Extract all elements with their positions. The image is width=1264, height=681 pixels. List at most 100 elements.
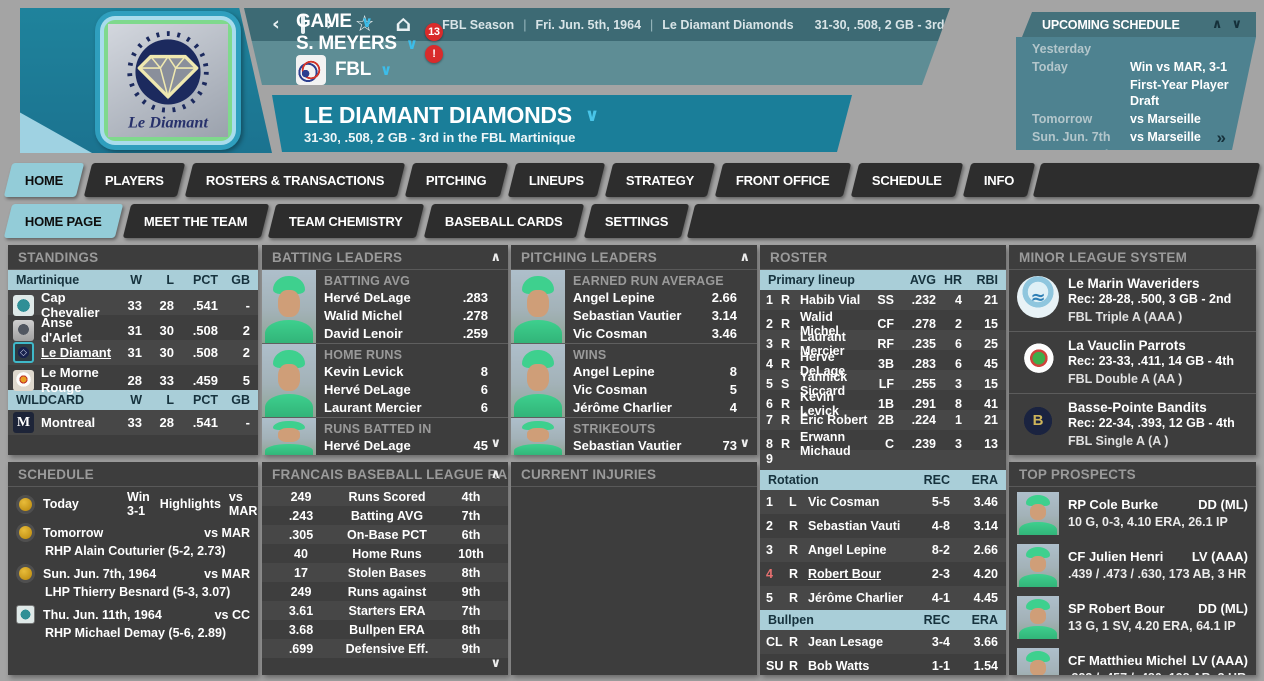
primary-tab[interactable]: FRONT OFFICE	[715, 163, 851, 197]
player-name-link[interactable]: CF Julien Henri	[1068, 549, 1163, 566]
scroll-up-icon[interactable]: ∧	[1212, 17, 1223, 32]
player-name-link[interactable]: Laurant Mercier	[324, 400, 422, 415]
player-name-link[interactable]: Vic Cosman	[573, 382, 647, 397]
schedule-row[interactable]: Tomorrow vs MAR RHP Alain Couturier (5-2…	[8, 520, 258, 561]
bullpen-row[interactable]: SU R Bob Watts 1-1 1.54	[760, 654, 1006, 675]
player-name-link[interactable]: Jérôme Charlier	[808, 591, 906, 605]
leader-row[interactable]: Hervé DeLage 45	[316, 437, 488, 455]
probable-pitcher[interactable]: LHP Thierry Besnard (5-3, 3.07)	[45, 585, 250, 599]
primary-tab[interactable]: PLAYERS	[84, 163, 185, 197]
player-name-link[interactable]: Hervé DeLage	[324, 290, 411, 305]
minor-team-row[interactable]: Basse-Pointe Bandits Rec: 22-34, .393, 1…	[1009, 394, 1256, 455]
leader-row[interactable]: Laurant Mercier 6	[316, 399, 488, 417]
primary-tab[interactable]: SCHEDULE	[850, 163, 962, 197]
scroll-up-button[interactable]: ∧	[739, 250, 750, 265]
player-name-link[interactable]: Vic Cosman	[573, 326, 647, 341]
lineup-row[interactable]: 7 R Éric Robert 2B .224 1 21	[760, 410, 1006, 430]
secondary-tab[interactable]: TEAM CHEMISTRY	[268, 204, 424, 238]
player-name-link[interactable]: Kevin Levick	[324, 364, 404, 379]
player-name-link[interactable]: Walid Michel	[324, 308, 402, 323]
menu-item[interactable]: FBL ∨ !	[296, 55, 457, 85]
scroll-up-button[interactable]: ∧	[490, 250, 501, 265]
player-name-link[interactable]: Hervé DeLage	[324, 438, 411, 453]
upcoming-schedule-row[interactable]: Tomorrow vs Marseille	[1016, 110, 1256, 128]
leader-row[interactable]: Kevin Levick 8	[316, 363, 488, 381]
player-name-link[interactable]: Angel Lepine	[808, 543, 906, 557]
player-name-link[interactable]: Habib Vial	[800, 293, 868, 307]
upcoming-schedule-row[interactable]: First-Year Player Draft	[1016, 76, 1256, 110]
back-icon[interactable]: ‹	[272, 15, 280, 34]
primary-tab[interactable]: PITCHING	[405, 163, 508, 197]
leader-row[interactable]: Vic Cosman 5	[565, 381, 737, 399]
prospect-row[interactable]: RP Cole Burke DD (ML) 10 G, 0-3, 4.10 ER…	[1009, 487, 1256, 539]
primary-tab[interactable]: HOME	[4, 163, 85, 197]
lineup-row[interactable]: 4 R Hervé DeLage 3B .283 6 45	[760, 350, 1006, 370]
scroll-up-button[interactable]: ∧	[490, 467, 501, 482]
leader-row[interactable]: Sebastian Vautier 3.14	[565, 307, 737, 325]
secondary-tab[interactable]: SETTINGS	[583, 204, 689, 238]
minor-team-row[interactable]: La Vauclin Parrots Rec: 23-33, .411, 14 …	[1009, 332, 1256, 394]
standings-team-row[interactable]: Anse d'Arlet 31 30 .508 2	[8, 315, 258, 340]
minor-team-row[interactable]: Le Marin Waveriders Rec: 28-28, .500, 3 …	[1009, 270, 1256, 332]
player-name-link[interactable]: Sebastian Vautier	[573, 438, 681, 453]
team-logo[interactable]: Le Diamant	[95, 11, 241, 150]
upcoming-schedule-row[interactable]: Today Win vs MAR, 3-1	[1016, 58, 1256, 76]
player-name-link[interactable]: SP Robert Bour	[1068, 601, 1165, 618]
rotation-row[interactable]: 4 R Robert Bour 2-3 4.20	[760, 562, 1006, 586]
secondary-tab[interactable]: BASEBALL CARDS	[424, 204, 584, 238]
leader-row[interactable]: Angel Lepine 2.66	[565, 289, 737, 307]
team-name-link[interactable]: Basse-Pointe Bandits	[1068, 400, 1235, 416]
team-name-link[interactable]: La Vauclin Parrots	[1068, 338, 1234, 354]
primary-tab[interactable]: ROSTERS & TRANSACTIONS	[185, 163, 406, 197]
rotation-row[interactable]: 2 R Sebastian Vauti 4-8 3.14	[760, 514, 1006, 538]
player-name-link[interactable]: Angel Lepine	[573, 290, 655, 305]
player-name-link[interactable]: Bob Watts	[808, 659, 906, 673]
player-name-link[interactable]: Sebastian Vauti	[808, 519, 906, 533]
player-name-link[interactable]: Jean Lesage	[808, 635, 906, 649]
scroll-down-button[interactable]: ∨	[490, 656, 501, 671]
team-name-link[interactable]: Montreal	[41, 415, 114, 430]
leader-row[interactable]: Jérôme Charlier 4	[565, 399, 737, 417]
player-name-link[interactable]: Erwann Michaud	[800, 430, 868, 458]
page-title[interactable]: LE DIAMANT DIAMONDS	[304, 102, 572, 129]
secondary-tab[interactable]: HOME PAGE	[4, 204, 123, 238]
team-name-link[interactable]: Le Morne Rouge	[41, 365, 114, 395]
lineup-row[interactable]: 5 S Yannick Siccard LF .255 3 15	[760, 370, 1006, 390]
prospect-row[interactable]: SP Robert Bour DD (ML) 13 G, 1 SV, 4.20 …	[1009, 591, 1256, 643]
leader-row[interactable]: Vic Cosman 3.46	[565, 325, 737, 343]
upcoming-schedule-row[interactable]: Mon. Jun. 8th	[1016, 146, 1256, 164]
chevron-down-icon[interactable]: ∨	[585, 105, 600, 126]
lineup-row[interactable]: 6 R Kevin Levick 1B .291 8 41	[760, 390, 1006, 410]
player-name-link[interactable]: Jérôme Charlier	[573, 400, 672, 415]
scroll-down-button[interactable]: ∨	[490, 436, 501, 451]
team-name-link[interactable]: Anse d'Arlet	[41, 315, 114, 345]
schedule-row[interactable]: Today Win 3-1 Highlights vs MAR	[8, 487, 258, 520]
leader-row[interactable]: Hervé DeLage .283	[316, 289, 488, 307]
team-name-link[interactable]: Le Marin Waveriders	[1068, 276, 1231, 292]
player-name-link[interactable]: RP Cole Burke	[1068, 497, 1158, 514]
schedule-row[interactable]: Sun. Jun. 7th, 1964 vs MAR LHP Thierry B…	[8, 561, 258, 602]
leader-row[interactable]: Hervé DeLage 6	[316, 381, 488, 399]
probable-pitcher[interactable]: RHP Alain Couturier (5-2, 2.73)	[45, 544, 250, 558]
menu-item[interactable]: FILE ∨	[296, 0, 457, 11]
probable-pitcher[interactable]: RHP Michael Demay (5-6, 2.89)	[45, 626, 250, 640]
bullpen-row[interactable]: CL R Jean Lesage 3-4 3.66	[760, 630, 1006, 654]
player-name-link[interactable]: CF Matthieu Michel	[1068, 653, 1186, 670]
team-name-link[interactable]: Le Diamant	[41, 345, 114, 360]
leader-row[interactable]: David Lenoir .259	[316, 325, 488, 343]
standings-team-row[interactable]: Montreal 33 28 .541 -	[8, 410, 258, 435]
player-name-link[interactable]: Angel Lepine	[573, 364, 655, 379]
lineup-row[interactable]: 8 R Erwann Michaud C .239 3 13	[760, 430, 1006, 450]
more-schedule-icon[interactable]: »	[1217, 128, 1226, 148]
lineup-row[interactable]: 3 R Laurant Mercier RF .235 6 25	[760, 330, 1006, 350]
schedule-row[interactable]: Thu. Jun. 11th, 1964 vs CC RHP Michael D…	[8, 602, 258, 643]
primary-tab[interactable]: INFO	[962, 163, 1035, 197]
rotation-row[interactable]: 5 R Jérôme Charlier 4-1 4.45	[760, 586, 1006, 610]
prospect-row[interactable]: CF Julien Henri LV (AAA) .439 / .473 / .…	[1009, 539, 1256, 591]
scroll-down-button[interactable]: ∨	[739, 436, 750, 451]
player-name-link[interactable]: Hervé DeLage	[324, 382, 411, 397]
rotation-row[interactable]: 1 L Vic Cosman 5-5 3.46	[760, 490, 1006, 514]
primary-tab[interactable]: LINEUPS	[508, 163, 605, 197]
player-name-link[interactable]: Vic Cosman	[808, 495, 906, 509]
lineup-row[interactable]: 2 R Walid Michel CF .278 2 15	[760, 310, 1006, 330]
